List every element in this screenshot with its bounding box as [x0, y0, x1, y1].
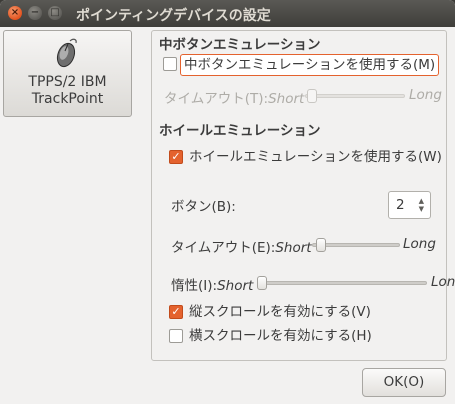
wheel-timeout-long-text: Long — [403, 236, 436, 252]
middle-timeout-label: タイムアウト(T):Short — [164, 87, 304, 107]
middle-timeout-label-text: タイムアウト(T): — [164, 91, 269, 107]
wheel-emulation-checkbox[interactable]: ✓ — [169, 150, 183, 164]
device-list-item-trackpoint[interactable]: TPPS/2 IBM TrackPoint — [3, 30, 132, 117]
inertia-long-label: Long — [431, 274, 455, 290]
minimize-window-button[interactable]: − — [28, 6, 42, 20]
ok-button[interactable]: OK(O) — [362, 368, 446, 397]
inertia-short-label: Short — [217, 278, 254, 294]
wheel-timeout-label-text: タイムアウト(E): — [171, 240, 276, 256]
wheel-timeout-long-label: Long — [403, 236, 436, 252]
device-name-line2: TrackPoint — [31, 91, 104, 107]
inertia-long-text: Long — [431, 274, 455, 290]
middle-timeout-short-label: Short — [268, 91, 305, 107]
middle-timeout-slider-handle[interactable] — [307, 89, 317, 103]
settings-panel: 中ボタンエミュレーション 中ボタンエミュレーションを使用する(M) タイムアウト… — [151, 30, 455, 361]
wheel-timeout-label: タイムアウト(E):Short — [171, 236, 312, 256]
wheel-timeout-slider[interactable] — [312, 238, 400, 252]
wheel-button-label: ボタン(B): — [171, 199, 236, 215]
wheel-emulation-checkbox-label[interactable]: ホイールエミュレーションを使用する(W) — [189, 147, 442, 167]
middle-timeout-slider[interactable] — [305, 89, 405, 103]
inertia-label-text: 惰性(I): — [171, 278, 218, 294]
horizontal-scroll-checkbox[interactable] — [169, 329, 183, 343]
middle-timeout-slider-track — [305, 94, 405, 98]
inertia-slider-handle[interactable] — [257, 276, 267, 290]
spinner-arrows-icon[interactable]: ▲ ▼ — [419, 197, 424, 213]
wheel-timeout-slider-handle[interactable] — [316, 238, 326, 252]
middle-emulation-checkbox-label[interactable]: 中ボタンエミュレーションを使用する(M) — [180, 54, 440, 76]
mouse-icon — [54, 37, 80, 75]
device-name-line1: TPPS/2 IBM — [28, 74, 107, 90]
middle-timeout-long-text: Long — [409, 87, 442, 103]
pointing-device-settings-window: × − □ ポインティングデバイスの設定 TPPS/2 IBM TrackPoi… — [0, 0, 455, 404]
middle-emulation-checkbox[interactable] — [163, 57, 177, 71]
inertia-slider[interactable] — [257, 276, 427, 290]
vertical-scroll-checkbox-label[interactable]: 縦スクロールを有効にする(V) — [189, 302, 371, 322]
maximize-window-button[interactable]: □ — [48, 6, 62, 20]
middle-timeout-long-label: Long — [409, 87, 442, 103]
close-window-button[interactable]: × — [8, 6, 22, 20]
title-bar: × − □ ポインティングデバイスの設定 — [0, 0, 455, 27]
vertical-scroll-checkbox[interactable]: ✓ — [169, 305, 183, 319]
inertia-slider-track — [257, 281, 427, 285]
device-name: TPPS/2 IBM TrackPoint — [4, 74, 131, 108]
window-title: ポインティングデバイスの設定 — [76, 8, 271, 24]
middle-emulation-heading: 中ボタンエミュレーション — [159, 37, 321, 53]
horizontal-scroll-checkbox-label[interactable]: 横スクロールを有効にする(H) — [189, 326, 372, 346]
wheel-timeout-short-label: Short — [275, 240, 312, 256]
wheel-button-spinner[interactable]: 2 ▲ ▼ — [388, 191, 431, 219]
inertia-label: 惰性(I):Short — [171, 274, 253, 294]
wheel-emulation-heading: ホイールエミュレーション — [159, 123, 321, 139]
wheel-button-value[interactable]: 2 — [396, 197, 405, 213]
